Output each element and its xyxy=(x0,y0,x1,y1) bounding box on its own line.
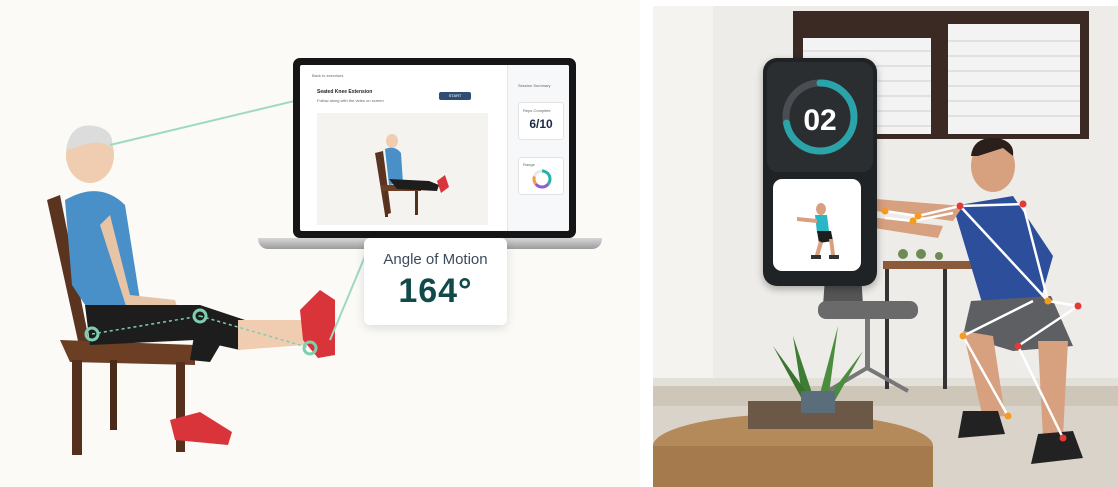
reps-card: Reps Complete 6/10 xyxy=(518,102,564,140)
room-background xyxy=(653,6,1118,487)
reps-label: Reps Complete xyxy=(523,108,551,113)
exercise-instruction: Follow along with the video on screen xyxy=(317,98,384,103)
laptop-screen: Back to exercises Seated Knee Extension … xyxy=(293,58,576,238)
back-link[interactable]: Back to exercises xyxy=(312,73,343,78)
exercise-video[interactable] xyxy=(317,113,488,225)
side-header: Session Summary xyxy=(518,83,551,88)
range-card: Range xyxy=(518,157,564,195)
video-thumbnail-figure xyxy=(375,134,449,217)
angle-of-motion-card: Angle of Motion 164° xyxy=(364,238,507,325)
knee-extension-scene: Back to exercises Seated Knee Extension … xyxy=(0,0,640,487)
reps-value: 6/10 xyxy=(529,117,553,131)
rep-counter-display: 02 xyxy=(767,62,873,172)
range-ring-icon xyxy=(532,169,552,189)
range-label: Range xyxy=(523,162,535,167)
session-summary-panel: Session Summary xyxy=(507,65,569,231)
rep-counter-panel: 02 xyxy=(763,58,877,286)
start-button[interactable]: START xyxy=(439,92,471,100)
exercise-thumbnail xyxy=(773,179,861,271)
angle-title: Angle of Motion xyxy=(383,251,488,268)
squat-tracking-scene: 02 xyxy=(653,6,1118,487)
exercise-title: Seated Knee Extension xyxy=(317,89,373,95)
squat-figure-icon xyxy=(797,203,839,259)
angle-value: 164° xyxy=(398,272,473,310)
exercise-app: Back to exercises Seated Knee Extension … xyxy=(300,65,569,231)
rep-count: 02 xyxy=(803,104,837,137)
